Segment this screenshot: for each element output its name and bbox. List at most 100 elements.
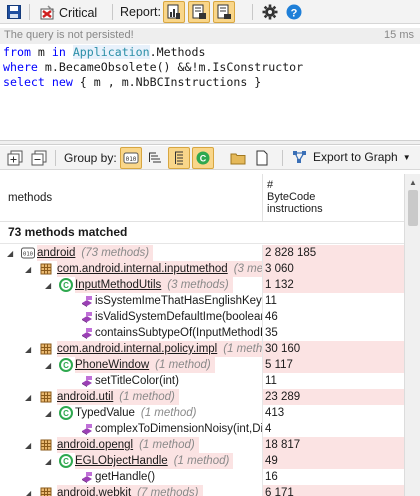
- tree-row-method[interactable]: isValidSystemDefaultIme(boolean,InputMet…: [0, 309, 404, 325]
- class-icon: C: [59, 406, 73, 420]
- tree-row-type[interactable]: ◢ C InputMethodUtils (3 methods) 1 132: [0, 277, 404, 293]
- tree-row-method[interactable]: setTitleColor(int) 11: [0, 373, 404, 389]
- collapse-arrow-icon[interactable]: ◢: [45, 457, 51, 466]
- pane-splitter[interactable]: [0, 140, 420, 145]
- tree-row-namespace[interactable]: ◢ android.opengl (1 method) 18 817: [0, 437, 404, 453]
- query-editor[interactable]: from m in Application.Methods where m.Bec…: [0, 44, 420, 140]
- svg-text:010: 010: [23, 252, 33, 258]
- results-toolbar: Group by: 010 C Export to Graph ▼: [0, 146, 420, 170]
- svg-text:?: ?: [291, 7, 298, 19]
- tree-row-namespace[interactable]: ◢ com.android.internal.policy.impl (1 met…: [0, 341, 404, 357]
- expand-all-icon[interactable]: [7, 150, 23, 166]
- chevron-down-icon: ▼: [402, 152, 411, 162]
- tree-row-type[interactable]: ◢ C EGLObjectHandle (1 method) 49: [0, 453, 404, 469]
- export-to-graph-button[interactable]: Export to Graph ▼: [292, 149, 411, 165]
- group-by-namespace-button[interactable]: [144, 147, 166, 169]
- critical-button[interactable]: Critical: [37, 2, 99, 24]
- export-label: Export to Graph: [313, 150, 398, 164]
- report-chart-button[interactable]: [163, 1, 185, 23]
- document-icon[interactable]: [254, 150, 270, 166]
- tree-row-type[interactable]: ◢ C TypedValue (1 method) 413: [0, 405, 404, 421]
- collapse-arrow-icon[interactable]: ◢: [25, 345, 31, 354]
- tree-row-type[interactable]: ◢ C PhoneWindow (1 method) 5 117: [0, 357, 404, 373]
- gear-icon[interactable]: [262, 4, 278, 20]
- tree-row-namespace[interactable]: ◢ android.webkit (7 methods) 6 171: [0, 485, 404, 496]
- main-toolbar: Critical Report: ?: [0, 0, 420, 24]
- svg-text:C: C: [63, 409, 69, 418]
- report-document-button[interactable]: [188, 1, 210, 23]
- toolbar-separator: [282, 150, 283, 166]
- group-by-label: Group by:: [64, 151, 117, 165]
- assembly-icon: 010: [21, 246, 35, 260]
- toolbar-separator: [55, 150, 56, 166]
- query-line-3: select new { m , m.NbBCInstructions }: [3, 75, 262, 89]
- toolbar-separator: [252, 4, 253, 20]
- query-line-1: from m in Application.Methods: [3, 45, 206, 59]
- save-icon[interactable]: [6, 4, 22, 20]
- tree-row-method[interactable]: getHandle() 16: [0, 469, 404, 485]
- expand-arrow-icon[interactable]: ◢: [25, 489, 31, 496]
- namespace-icon: [39, 390, 53, 404]
- class-icon: C: [59, 278, 73, 292]
- report-chart-icon: [166, 4, 182, 20]
- method-icon: [80, 422, 94, 436]
- group-by-type-button[interactable]: [168, 147, 190, 169]
- tree-row-method[interactable]: isSystemImeThatHasEnglishKeyboardSubtype…: [0, 293, 404, 309]
- collapse-arrow-icon[interactable]: ◢: [7, 249, 13, 258]
- svg-text:C: C: [63, 361, 69, 370]
- group-type-icon: [171, 150, 187, 166]
- namespace-icon: [39, 262, 53, 276]
- method-icon: [80, 470, 94, 484]
- collapse-arrow-icon[interactable]: ◢: [45, 281, 51, 290]
- method-icon: [80, 326, 94, 340]
- namespace-icon: [39, 486, 53, 496]
- critical-label: Critical: [59, 6, 98, 20]
- results-summary: 73 methods matched: [8, 225, 128, 239]
- group-by-assembly-button[interactable]: 010: [120, 147, 142, 169]
- results-header: methods # ByteCode instructions: [0, 174, 404, 222]
- tree-row-assembly[interactable]: ◢ 010 android (73 methods) 2 828 185: [0, 245, 404, 261]
- vertical-scrollbar[interactable]: ▲: [404, 174, 420, 496]
- group-by-method-button[interactable]: C: [192, 147, 214, 169]
- collapse-all-icon[interactable]: [31, 150, 47, 166]
- collapse-arrow-icon[interactable]: ◢: [45, 409, 51, 418]
- report-document-icon: [191, 4, 207, 20]
- query-time: 15 ms: [384, 29, 414, 41]
- methods-column-header[interactable]: methods: [8, 192, 52, 204]
- report-export-icon: [216, 4, 232, 20]
- collapse-arrow-icon[interactable]: ◢: [45, 361, 51, 370]
- scrollbar-thumb[interactable]: [408, 190, 418, 226]
- results-summary-row: 73 methods matched: [0, 222, 404, 244]
- method-icon: [80, 294, 94, 308]
- method-icon: [80, 310, 94, 324]
- status-message: The query is not persisted!: [4, 29, 134, 41]
- method-icon: [80, 374, 94, 388]
- toolbar-separator: [29, 4, 30, 20]
- tree-row-method[interactable]: containsSubtypeOf(InputMethodInfo,String…: [0, 325, 404, 341]
- report-label: Report:: [120, 5, 161, 19]
- graph-icon: [292, 149, 308, 165]
- namespace-icon: [39, 342, 53, 356]
- help-icon[interactable]: ?: [286, 4, 302, 20]
- collapse-arrow-icon[interactable]: ◢: [25, 265, 31, 274]
- bytecode-column-header[interactable]: # ByteCode instructions: [262, 174, 404, 222]
- scroll-up-icon[interactable]: ▲: [409, 178, 417, 187]
- svg-text:C: C: [63, 281, 69, 290]
- group-method-icon: C: [195, 150, 211, 166]
- query-line-2: where m.BecameObsolete() &&!m.IsConstruc…: [3, 60, 304, 74]
- folder-icon[interactable]: [230, 150, 246, 166]
- tree-row-namespace[interactable]: ◢ android.util (1 method) 23 289: [0, 389, 404, 405]
- group-namespace-icon: [147, 150, 163, 166]
- svg-text:010: 010: [126, 156, 137, 163]
- class-icon: C: [59, 358, 73, 372]
- svg-text:C: C: [200, 154, 207, 164]
- class-icon: C: [59, 454, 73, 468]
- tree-row-namespace[interactable]: ◢ com.android.internal.inputmethod(3 met…: [0, 261, 404, 277]
- report-export-button[interactable]: [213, 1, 235, 23]
- query-status-bar: The query is not persisted! 15 ms: [0, 28, 420, 44]
- tree-row-method[interactable]: complexToDimensionNoisy(int,DisplayMetri…: [0, 421, 404, 437]
- group-assembly-icon: 010: [123, 150, 139, 166]
- namespace-icon: [39, 438, 53, 452]
- collapse-arrow-icon[interactable]: ◢: [25, 441, 31, 450]
- collapse-arrow-icon[interactable]: ◢: [25, 393, 31, 402]
